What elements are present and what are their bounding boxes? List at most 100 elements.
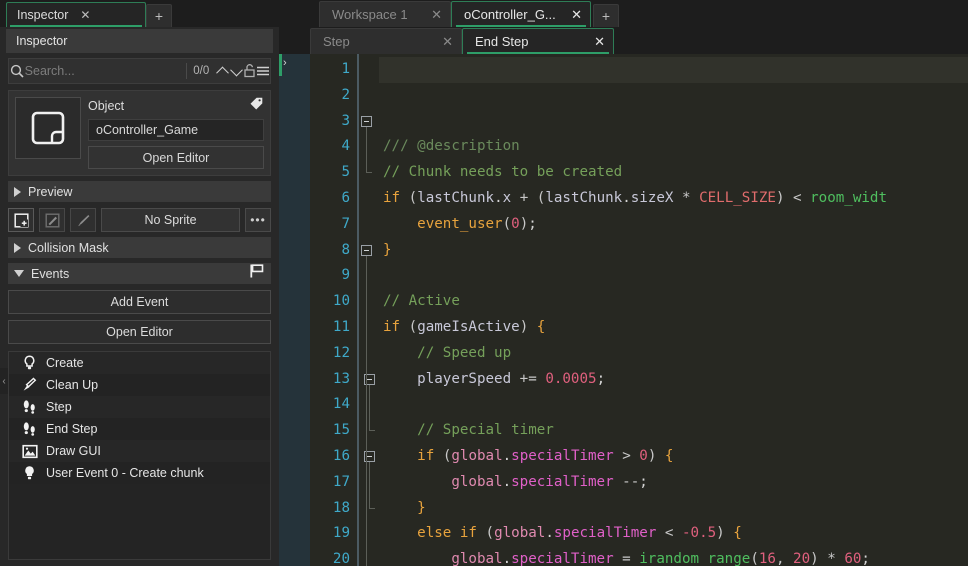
close-icon[interactable]: ✕ <box>442 34 453 50</box>
section-header-collision-mask[interactable]: Collision Mask <box>8 237 271 258</box>
close-icon[interactable]: ✕ <box>571 7 582 23</box>
expand-strip-button[interactable]: › <box>283 57 287 69</box>
code-token: 16 <box>758 551 776 566</box>
code-line: if (gameIsActive) { <box>383 315 968 341</box>
open-editor-button-top[interactable]: Open Editor <box>88 146 264 169</box>
tab-inspector[interactable]: Inspector ✕ <box>6 2 146 27</box>
fold-cell[interactable] <box>357 109 379 135</box>
event-list-item-draw-gui[interactable]: Draw GUI <box>9 440 270 462</box>
fold-guide <box>366 255 367 566</box>
strip-accent-bar <box>279 54 282 76</box>
event-list-item-step[interactable]: Step <box>9 396 270 418</box>
code-token: gameIsActive <box>417 318 520 335</box>
fold-cell[interactable] <box>357 83 379 109</box>
line-number-gutter: 1234567891011121314151617181920212223 <box>310 54 357 566</box>
object-name-field[interactable]: oController_Game <box>88 119 264 141</box>
event-list-item-end-step[interactable]: End Step <box>9 418 270 440</box>
section-header-preview[interactable]: Preview <box>8 181 271 202</box>
code-line: // Active <box>383 289 968 315</box>
code-token: CELL_SIZE <box>699 189 776 206</box>
fold-cell[interactable] <box>357 134 379 160</box>
open-editor-button-events[interactable]: Open Editor <box>8 320 271 344</box>
code-line: else if (global.specialTimer < -0.5) { <box>383 521 968 547</box>
code-token: -- <box>613 473 640 490</box>
code-line: } <box>383 496 968 522</box>
code-token: ( <box>408 189 418 206</box>
code-token: ) <box>810 551 819 566</box>
fold-collapse-icon[interactable] <box>361 115 372 127</box>
code-token: room_widt <box>810 189 888 206</box>
event-list-item-create[interactable]: Create <box>9 352 270 374</box>
add-workspace-tab-button[interactable]: + <box>593 4 619 27</box>
fold-cell[interactable] <box>357 238 379 264</box>
fold-cell[interactable] <box>357 341 379 367</box>
line-number: 10 <box>332 293 350 310</box>
event-label: Step <box>46 400 72 414</box>
search-input[interactable] <box>24 64 186 78</box>
search-icon <box>9 64 25 78</box>
menu-button[interactable] <box>256 65 270 77</box>
code-token: ) <box>519 318 529 335</box>
code-text[interactable]: /// @description // Chunk needs to be cre… <box>379 54 968 566</box>
code-token: ) <box>775 189 785 206</box>
code-token: x <box>502 189 512 206</box>
lock-button[interactable] <box>243 64 256 78</box>
fold-cell[interactable] <box>357 289 379 315</box>
search-prev-button[interactable] <box>216 66 230 79</box>
line-number: 1 <box>341 61 350 77</box>
event-list-item-user-event-0[interactable]: User Event 0 - Create chunk <box>9 462 270 484</box>
fold-cell[interactable] <box>357 521 379 547</box>
code-token: 20 <box>793 551 811 566</box>
close-icon[interactable]: ✕ <box>594 34 605 50</box>
fold-cell[interactable] <box>357 186 379 212</box>
code-token: { <box>733 525 742 542</box>
paintbrush-icon[interactable] <box>70 208 96 232</box>
code-line: } <box>383 238 968 264</box>
fold-cell[interactable] <box>357 263 379 289</box>
code-token: ; <box>596 370 606 387</box>
fold-cell[interactable] <box>357 547 379 566</box>
edit-image-icon[interactable] <box>39 208 65 232</box>
code-token: // Speed up <box>417 344 512 361</box>
inspector-panel: Inspector ✕ + Inspector 0/0 <box>0 0 279 566</box>
code-fold-column[interactable] <box>357 54 379 566</box>
tab-end-step[interactable]: End Step ✕ <box>462 28 614 54</box>
code-editor[interactable]: 1234567891011121314151617181920212223 //… <box>310 54 968 566</box>
search-bar: 0/0 <box>8 58 271 84</box>
event-label: Clean Up <box>46 378 99 392</box>
search-next-button[interactable] <box>229 63 243 76</box>
code-token: * <box>673 189 700 206</box>
code-token: 0 <box>511 215 520 232</box>
sprite-name-field[interactable]: No Sprite <box>101 208 240 232</box>
code-line: playerSpeed += 0.0005; <box>383 367 968 393</box>
tab-workspace-1[interactable]: Workspace 1 ✕ <box>319 1 451 27</box>
tab-step-label: Step <box>323 34 350 49</box>
flag-icon[interactable] <box>249 263 265 284</box>
close-icon[interactable]: ✕ <box>431 7 442 23</box>
fold-cell[interactable] <box>357 315 379 341</box>
event-list-item-clean-up[interactable]: Clean Up <box>9 374 270 396</box>
fold-cell[interactable] <box>357 57 379 83</box>
sprite-more-button[interactable]: ••• <box>245 208 271 232</box>
code-token: > <box>613 447 640 464</box>
tab-ocontroller-game-label: oController_G... <box>464 7 556 22</box>
event-tab-strip: Step ✕ End Step ✕ <box>310 27 968 54</box>
tag-icon[interactable] <box>249 96 264 116</box>
footsteps-icon <box>21 399 38 416</box>
chevron-down-icon <box>14 270 24 277</box>
tab-step[interactable]: Step ✕ <box>310 28 462 54</box>
section-label-collision-mask: Collision Mask <box>28 240 109 255</box>
section-header-events[interactable]: Events <box>8 263 271 284</box>
fold-cell[interactable] <box>357 212 379 238</box>
add-tab-button[interactable]: + <box>146 4 172 27</box>
tab-ocontroller-game[interactable]: oController_G... ✕ <box>451 1 591 27</box>
close-icon[interactable]: ✕ <box>80 8 90 22</box>
fold-collapse-icon[interactable] <box>361 244 372 256</box>
new-sprite-icon[interactable] <box>8 208 34 232</box>
collapse-panel-handle[interactable]: ‹ <box>0 368 8 394</box>
add-event-button[interactable]: Add Event <box>8 290 271 314</box>
